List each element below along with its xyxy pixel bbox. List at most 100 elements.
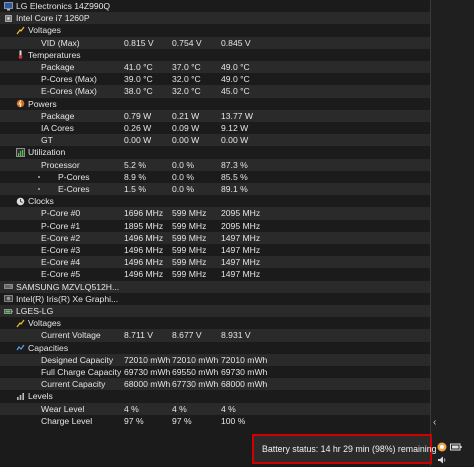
tree-node[interactable]: Powers xyxy=(0,98,430,110)
tree-node[interactable]: Capacities xyxy=(0,342,430,354)
max-value: 1497 MHz xyxy=(221,257,261,268)
sensor-row[interactable]: E-Core #4 1496 MHz 599 MHz 1497 MHz xyxy=(0,256,430,269)
sensor-row[interactable]: E-Core #3 1496 MHz 599 MHz 1497 MHz xyxy=(0,244,430,256)
current-value: 4 % xyxy=(124,403,139,414)
sensor-row[interactable]: P-Cores 8.9 % 0.0 % 85.5 % xyxy=(0,171,430,183)
sensor-row[interactable]: E-Core #5 1496 MHz 599 MHz 1497 MHz xyxy=(0,268,430,280)
sensor-label: LG Electronics 14Z990Q xyxy=(16,1,111,11)
max-value: 2095 MHz xyxy=(221,208,261,219)
max-value: 68000 mWh xyxy=(221,379,268,390)
sensor-row[interactable]: Package 0.79 W 0.21 W 13.77 W xyxy=(0,109,430,122)
tree-node[interactable]: LGES-LG xyxy=(0,305,430,318)
tree-node[interactable]: Intel(R) Iris(R) Xe Graphi... xyxy=(0,293,430,305)
sensor-row[interactable]: P-Core #1 1895 MHz 599 MHz 2095 MHz xyxy=(0,220,430,232)
min-value: 32.0 °C xyxy=(172,74,201,85)
current-value: 68000 mWh xyxy=(124,379,171,390)
sensor-label: P-Core #1 xyxy=(41,220,81,231)
sensor-label: Powers xyxy=(28,98,57,109)
sensor-row[interactable]: Current Capacity 68000 mWh 67730 mWh 68000 … xyxy=(0,378,430,391)
sensor-row[interactable]: Package 41.0 °C 37.0 °C 49.0 °C xyxy=(0,61,430,74)
volume-icon[interactable] xyxy=(437,455,447,465)
min-value: 599 MHz xyxy=(172,208,207,219)
sensor-row[interactable]: E-Cores (Max) 38.0 °C 32.0 °C 45.0 °C xyxy=(0,85,430,98)
current-value: 38.0 °C xyxy=(124,86,153,97)
sensor-row[interactable]: GT 0.00 W 0.00 W 0.00 W xyxy=(0,134,430,147)
current-value: 8.9 % xyxy=(124,171,146,182)
sensor-label: Charge Level xyxy=(41,415,93,426)
tree-node[interactable]: SAMSUNG MZVLQ512H... xyxy=(0,280,430,293)
tree-node[interactable]: Clocks xyxy=(0,195,430,207)
sensor-label: E-Core #3 xyxy=(41,245,81,255)
tree-connector xyxy=(38,175,40,178)
max-value: 0.845 V xyxy=(221,37,251,48)
sensor-label: Intel Core i7 1260P xyxy=(16,13,90,24)
max-value: 1497 MHz xyxy=(221,232,261,243)
sensor-label: E-Cores xyxy=(58,184,90,194)
max-value: 2095 MHz xyxy=(221,220,261,231)
sensor-label: Package xyxy=(41,62,75,72)
tree-node[interactable]: Voltages xyxy=(0,317,430,329)
max-value: 8.931 V xyxy=(221,330,251,341)
thermometer-icon xyxy=(16,50,25,60)
sensor-row[interactable]: Designed Capacity 72010 mWh 72010 mWh 72010… xyxy=(0,353,430,366)
chevron-left-icon[interactable]: ‹ xyxy=(433,418,443,428)
voltage-icon xyxy=(16,319,25,328)
min-value: 599 MHz xyxy=(172,269,207,280)
sensor-row[interactable]: P-Core #0 1696 MHz 599 MHz 2095 MHz xyxy=(0,207,430,220)
sensor-row[interactable]: Wear Level 4 % 4 % 4 % xyxy=(0,402,430,415)
current-value: 1.5 % xyxy=(124,184,146,194)
current-value: 1696 MHz xyxy=(124,208,164,219)
tree-node[interactable]: Voltages xyxy=(0,24,430,36)
tree-node[interactable]: Temperatures xyxy=(0,49,430,61)
sensor-label: SAMSUNG MZVLQ512H... xyxy=(16,281,120,292)
battery-status-text: Battery status: 14 hr 29 min (98%) remai… xyxy=(262,444,437,454)
current-value: 1496 MHz xyxy=(124,257,164,268)
sensor-row[interactable]: IA Cores 0.26 W 0.09 W 9.12 W xyxy=(0,122,430,134)
min-value: 32.0 °C xyxy=(172,86,201,97)
min-value: 0.21 W xyxy=(172,110,200,121)
sensor-label: E-Cores (Max) xyxy=(41,86,97,97)
sensor-row[interactable]: E-Cores 1.5 % 0.0 % 89.1 % xyxy=(0,183,430,196)
sensor-row[interactable]: E-Core #2 1496 MHz 599 MHz 1497 MHz xyxy=(0,231,430,244)
current-value: 1496 MHz xyxy=(124,269,164,280)
sensor-label: Full Charge Capacity xyxy=(41,367,122,377)
current-value: 0.79 W xyxy=(124,110,152,121)
sensor-label: VID (Max) xyxy=(41,37,80,48)
min-value: 69550 mWh xyxy=(172,367,219,377)
sensor-label: Designed Capacity xyxy=(41,354,114,365)
color-picker-icon[interactable] xyxy=(437,442,447,452)
sensor-label: Package xyxy=(41,110,75,121)
min-value: 599 MHz xyxy=(172,220,207,231)
sensor-label: IA Cores xyxy=(41,123,74,133)
sensor-label: Levels xyxy=(28,391,53,402)
tree-node[interactable]: Utilization xyxy=(0,146,430,158)
current-value: 72010 mWh xyxy=(124,354,171,365)
tree-node[interactable]: Intel Core i7 1260P xyxy=(0,12,430,25)
sensor-label: Voltages xyxy=(28,318,61,329)
sensor-row[interactable]: P-Cores (Max) 39.0 °C 32.0 °C 49.0 °C xyxy=(0,73,430,85)
sensor-row[interactable]: Processor 5.2 % 0.0 % 87.3 % xyxy=(0,158,430,171)
sensor-tree: LG Electronics 14Z990Q Intel Core i7 1260… xyxy=(0,0,430,466)
min-value: 0.754 V xyxy=(172,37,202,48)
sensor-row[interactable]: Full Charge Capacity 69730 mWh 69550 mWh 69… xyxy=(0,366,430,378)
current-value: 8.711 V xyxy=(124,330,153,341)
max-value: 49.0 °C xyxy=(221,62,250,72)
battery-icon[interactable] xyxy=(450,442,462,452)
sensor-label: LGES-LG xyxy=(16,306,54,316)
levels-icon xyxy=(16,392,25,401)
sensor-row[interactable]: Current Voltage 8.711 V 8.677 V 8.931 V xyxy=(0,329,430,342)
sensor-label: P-Core #0 xyxy=(41,208,81,219)
max-value: 4 % xyxy=(221,403,236,414)
max-value: 85.5 % xyxy=(221,171,248,182)
battery-status-tooltip: Battery status: 14 hr 29 min (98%) remai… xyxy=(252,434,437,464)
max-value: 9.12 W xyxy=(221,123,249,133)
current-value: 0.26 W xyxy=(124,123,152,133)
sensor-row[interactable]: Charge Level 97 % 97 % 100 % xyxy=(0,415,430,427)
tree-node[interactable]: Levels xyxy=(0,390,430,402)
current-value: 39.0 °C xyxy=(124,74,153,85)
sensor-row[interactable]: VID (Max) 0.815 V 0.754 V 0.845 V xyxy=(0,36,430,49)
max-value: 87.3 % xyxy=(221,159,248,170)
min-value: 97 % xyxy=(172,415,192,426)
tree-node[interactable]: LG Electronics 14Z990Q xyxy=(0,0,430,12)
power-icon xyxy=(16,99,25,108)
